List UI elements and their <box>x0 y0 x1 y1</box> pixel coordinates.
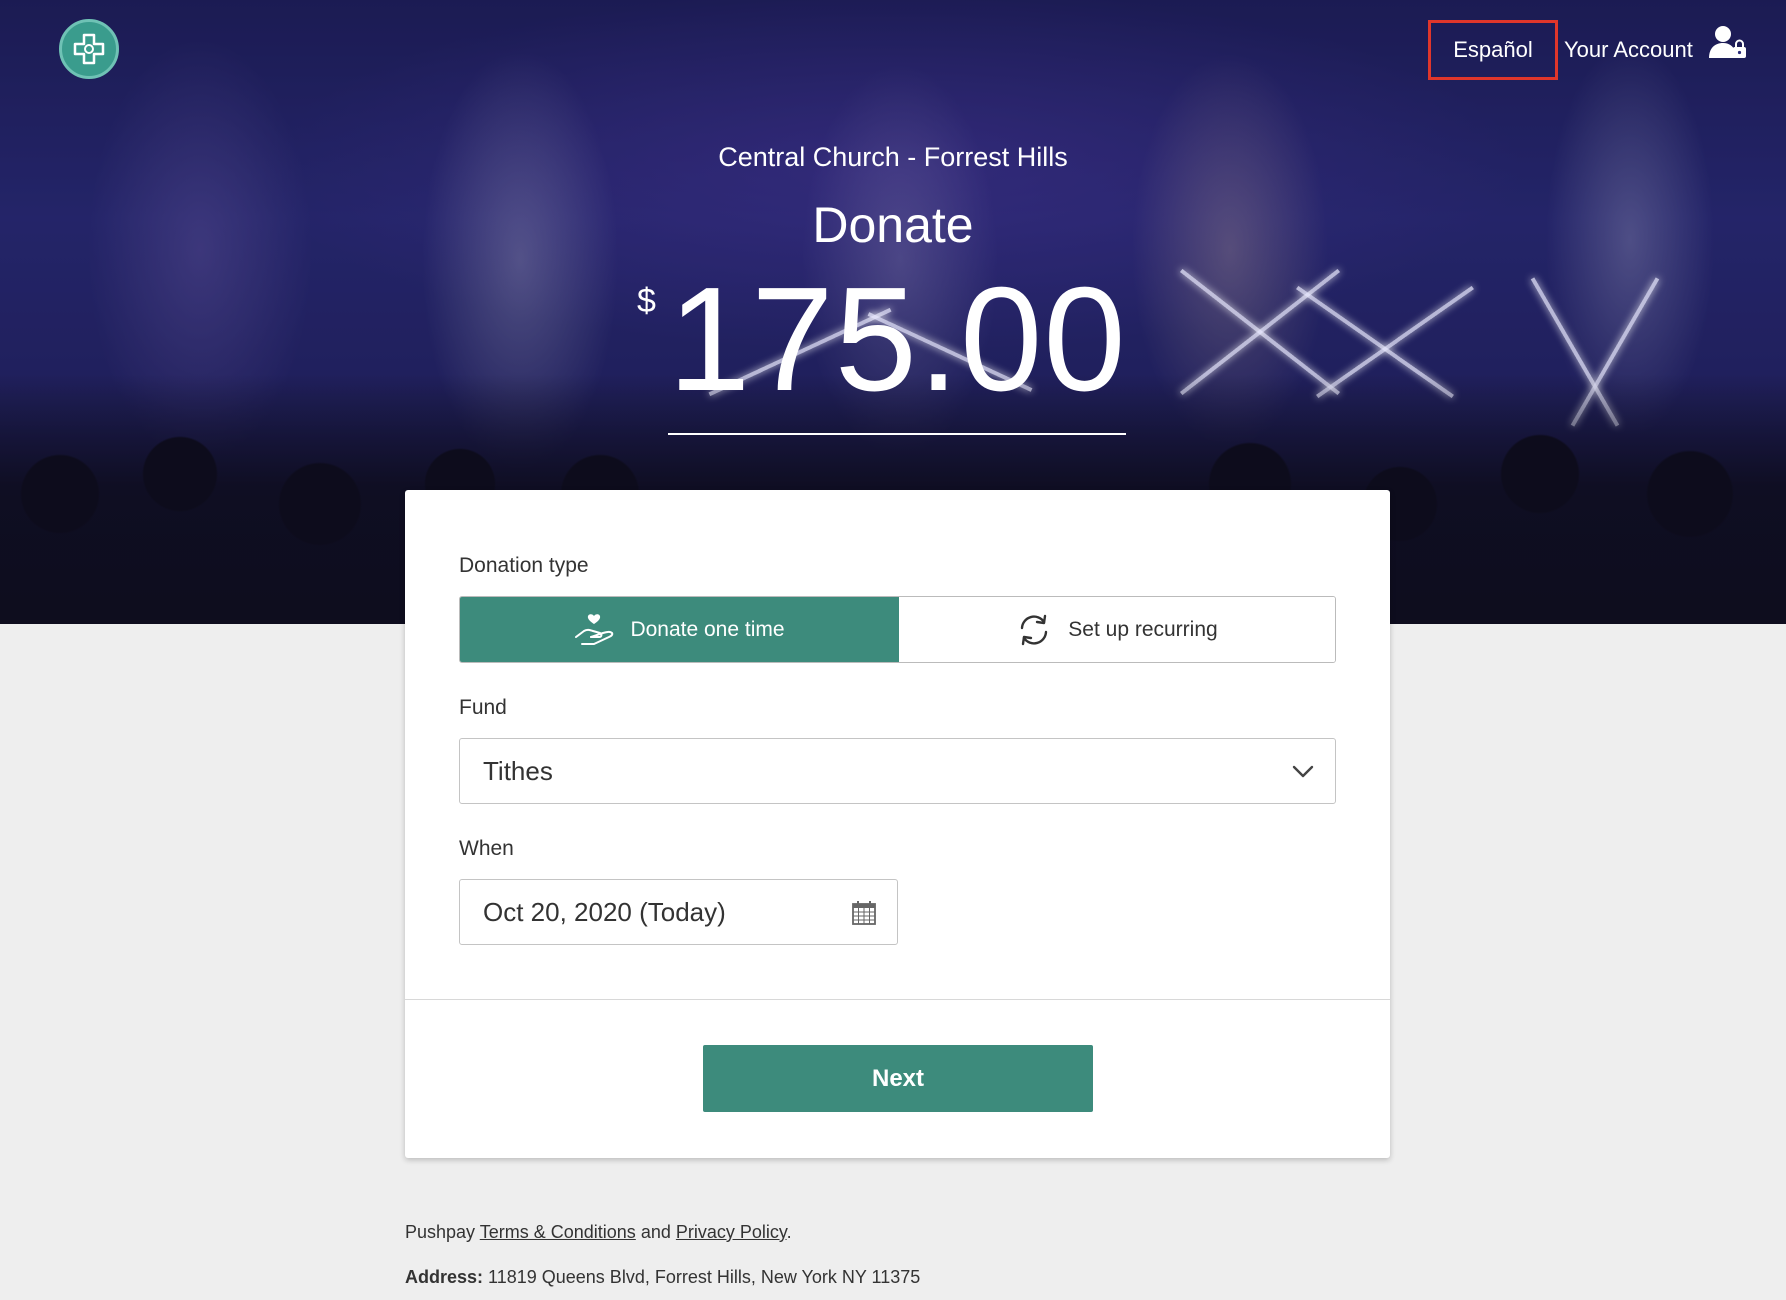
when-label: When <box>459 837 514 860</box>
recurring-icon <box>1016 612 1052 648</box>
address-value: 11819 Queens Blvd, Forrest Hills, New Yo… <box>488 1267 921 1287</box>
amount-underline <box>668 433 1126 435</box>
donation-form-card: Donation type Donate one time Set up rec… <box>405 490 1390 1158</box>
privacy-policy-link[interactable]: Privacy Policy <box>676 1222 787 1242</box>
address-label: Address: <box>405 1267 484 1287</box>
church-logo[interactable] <box>59 19 119 79</box>
fund-select[interactable]: Tithes <box>459 738 1336 804</box>
donation-type-label: Donation type <box>459 554 589 577</box>
footer-address: Address: 11819 Queens Blvd, Forrest Hill… <box>405 1267 920 1288</box>
donation-type-toggle: Donate one time Set up recurring <box>459 596 1336 663</box>
set-up-recurring-option[interactable]: Set up recurring <box>899 597 1335 662</box>
footer-legal: Pushpay Terms & Conditions and Privacy P… <box>405 1222 792 1243</box>
your-account-link[interactable]: Your Account <box>1564 34 1693 66</box>
set-up-recurring-label: Set up recurring <box>1068 617 1218 641</box>
donate-one-time-label: Donate one time <box>630 617 785 641</box>
footer-period: . <box>786 1222 792 1242</box>
calendar-icon[interactable] <box>851 900 877 926</box>
page-title: Donate <box>812 197 974 253</box>
amount-input[interactable]: 175.00 <box>668 266 1128 436</box>
language-toggle-button[interactable]: Español <box>1428 20 1558 80</box>
fund-selected-value: Tithes <box>483 756 553 786</box>
footer-brand: Pushpay <box>405 1222 476 1242</box>
cross-logo-icon <box>73 33 105 65</box>
language-toggle-label: Español <box>1453 37 1533 62</box>
terms-link[interactable]: Terms & Conditions <box>480 1222 636 1242</box>
currency-symbol: $ <box>637 282 656 320</box>
fund-label: Fund <box>459 696 507 719</box>
donate-one-time-option[interactable]: Donate one time <box>460 597 899 662</box>
chevron-down-icon <box>1291 761 1315 781</box>
next-button[interactable]: Next <box>703 1045 1093 1112</box>
hand-heart-icon <box>574 613 614 647</box>
date-value: Oct 20, 2020 (Today) <box>483 897 726 927</box>
account-lock-icon[interactable] <box>1706 24 1752 64</box>
footer-and-text: and <box>640 1222 671 1242</box>
date-picker-field[interactable]: Oct 20, 2020 (Today) <box>459 879 898 945</box>
card-divider <box>405 999 1390 1000</box>
organization-name: Central Church - Forrest Hills <box>718 142 1068 172</box>
